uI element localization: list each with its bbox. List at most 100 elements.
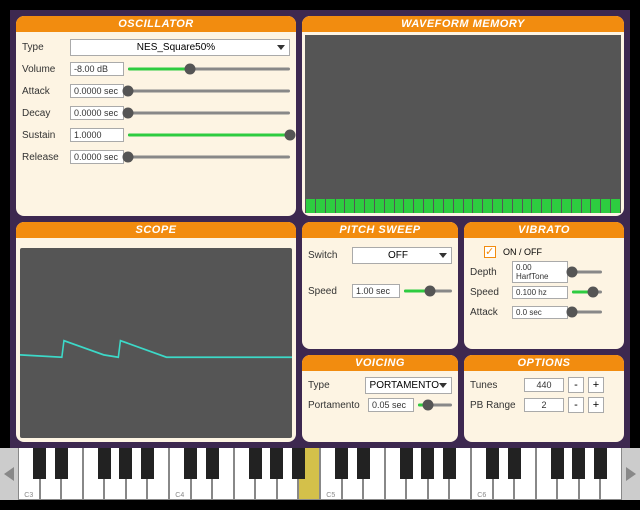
octave-label: C6 (477, 492, 486, 499)
black-key[interactable] (594, 448, 607, 479)
voicing-panel: VOICING Type PORTAMENTO Portamento 0.05 … (302, 355, 458, 442)
scope-title: SCOPE (16, 222, 296, 238)
chevron-down-icon (439, 383, 447, 388)
osc-type-select[interactable]: NES_Square50% (70, 39, 290, 56)
black-key[interactable] (249, 448, 262, 479)
piano-keys[interactable]: C3C4C5C6 (18, 448, 622, 500)
opt-pbrange-plus[interactable]: + (588, 397, 604, 413)
osc-release-value[interactable]: 0.0000 sec (70, 150, 124, 164)
options-title: OPTIONS (464, 355, 624, 371)
black-key[interactable] (357, 448, 370, 479)
keyboard-scroll-right[interactable] (622, 448, 640, 500)
opt-pbrange-minus[interactable]: - (568, 397, 584, 413)
ps-speed-label: Speed (308, 286, 348, 297)
oscillator-title: OSCILLATOR (16, 16, 296, 32)
osc-release-slider[interactable] (128, 150, 290, 164)
voicing-porta-slider[interactable] (418, 398, 452, 412)
osc-release-label: Release (22, 152, 66, 163)
osc-attack-label: Attack (22, 86, 66, 97)
options-panel: OPTIONS Tunes 440 - + PB Range 2 - + (464, 355, 624, 442)
black-key[interactable] (98, 448, 111, 479)
osc-attack-value[interactable]: 0.0000 sec (70, 84, 124, 98)
osc-volume-slider[interactable] (128, 62, 290, 76)
osc-sustain-value[interactable]: 1.0000 (70, 128, 124, 142)
vib-speed-label: Speed (470, 287, 508, 298)
vib-attack-value[interactable]: 0.0 sec (512, 306, 568, 319)
waveform-steps (305, 199, 621, 213)
octave-label: C5 (326, 492, 335, 499)
vib-speed-value[interactable]: 0.100 hz (512, 286, 568, 299)
black-key[interactable] (400, 448, 413, 479)
triangle-right-icon (626, 467, 636, 481)
voicing-type-select[interactable]: PORTAMENTO (365, 377, 452, 394)
vib-speed-slider[interactable] (572, 285, 602, 299)
osc-decay-label: Decay (22, 108, 66, 119)
ps-speed-slider[interactable] (404, 284, 452, 298)
vibrato-onoff-checkbox[interactable] (484, 246, 496, 258)
synth-app: OSCILLATOR Type NES_Square50% Volume -8.… (10, 10, 630, 448)
black-key[interactable] (572, 448, 585, 479)
voicing-porta-value[interactable]: 0.05 sec (368, 398, 414, 412)
black-key[interactable] (335, 448, 348, 479)
waveform-memory-panel: WAVEFORM MEMORY (302, 16, 624, 216)
black-key[interactable] (119, 448, 132, 479)
octave-label: C4 (175, 492, 184, 499)
voicing-porta-label: Portamento (308, 400, 364, 411)
black-key[interactable] (421, 448, 434, 479)
vib-depth-label: Depth (470, 267, 508, 278)
black-key[interactable] (486, 448, 499, 479)
osc-decay-slider[interactable] (128, 106, 290, 120)
osc-decay-value[interactable]: 0.0000 sec (70, 106, 124, 120)
vibrato-title: VIBRATO (464, 222, 624, 238)
osc-volume-value[interactable]: -8.00 dB (70, 62, 124, 76)
osc-type-value: NES_Square50% (137, 42, 215, 53)
vib-depth-value[interactable]: 0.00 HarfTone (512, 261, 568, 283)
osc-sustain-slider[interactable] (128, 128, 290, 142)
oscillator-panel: OSCILLATOR Type NES_Square50% Volume -8.… (16, 16, 296, 216)
triangle-left-icon (4, 467, 14, 481)
black-key[interactable] (443, 448, 456, 479)
voicing-type-label: Type (308, 380, 361, 391)
keyboard-scroll-left[interactable] (0, 448, 18, 500)
waveform-memory-title: WAVEFORM MEMORY (302, 16, 624, 32)
black-key[interactable] (184, 448, 197, 479)
scope-panel: SCOPE (16, 222, 296, 442)
ps-switch-select[interactable]: OFF (352, 247, 452, 264)
vibrato-onoff-label: ON / OFF (503, 247, 542, 257)
opt-pbrange-value[interactable]: 2 (524, 398, 564, 412)
black-key[interactable] (292, 448, 305, 479)
opt-pbrange-label: PB Range (470, 400, 520, 411)
bottom-right-grid: PITCH SWEEP Switch OFF Speed 1.00 sec (302, 222, 624, 442)
vib-depth-slider[interactable] (572, 265, 602, 279)
black-key[interactable] (33, 448, 46, 479)
vib-attack-slider[interactable] (572, 305, 602, 319)
waveform-display[interactable] (305, 35, 621, 213)
vibrato-panel: VIBRATO ON / OFF Depth 0.00 HarfTone Spe… (464, 222, 624, 349)
chevron-down-icon (277, 45, 285, 50)
opt-tunes-minus[interactable]: - (568, 377, 584, 393)
black-key[interactable] (206, 448, 219, 479)
opt-tunes-plus[interactable]: + (588, 377, 604, 393)
pitch-sweep-panel: PITCH SWEEP Switch OFF Speed 1.00 sec (302, 222, 458, 349)
black-key[interactable] (270, 448, 283, 479)
voicing-type-value: PORTAMENTO (370, 380, 439, 391)
opt-tunes-value[interactable]: 440 (524, 378, 564, 392)
scope-waveform-icon (20, 248, 292, 438)
opt-tunes-label: Tunes (470, 380, 520, 391)
osc-sustain-label: Sustain (22, 130, 66, 141)
keyboard: C3C4C5C6 (0, 448, 640, 500)
ps-switch-label: Switch (308, 250, 348, 261)
chevron-down-icon (439, 253, 447, 258)
black-key[interactable] (508, 448, 521, 479)
vib-attack-label: Attack (470, 307, 508, 318)
osc-attack-slider[interactable] (128, 84, 290, 98)
black-key[interactable] (551, 448, 564, 479)
osc-volume-label: Volume (22, 64, 66, 75)
black-key[interactable] (55, 448, 68, 479)
ps-switch-value: OFF (388, 250, 408, 261)
ps-speed-value[interactable]: 1.00 sec (352, 284, 400, 298)
scope-display (20, 248, 292, 438)
osc-type-label: Type (22, 42, 66, 53)
black-key[interactable] (141, 448, 154, 479)
pitch-sweep-title: PITCH SWEEP (302, 222, 458, 238)
